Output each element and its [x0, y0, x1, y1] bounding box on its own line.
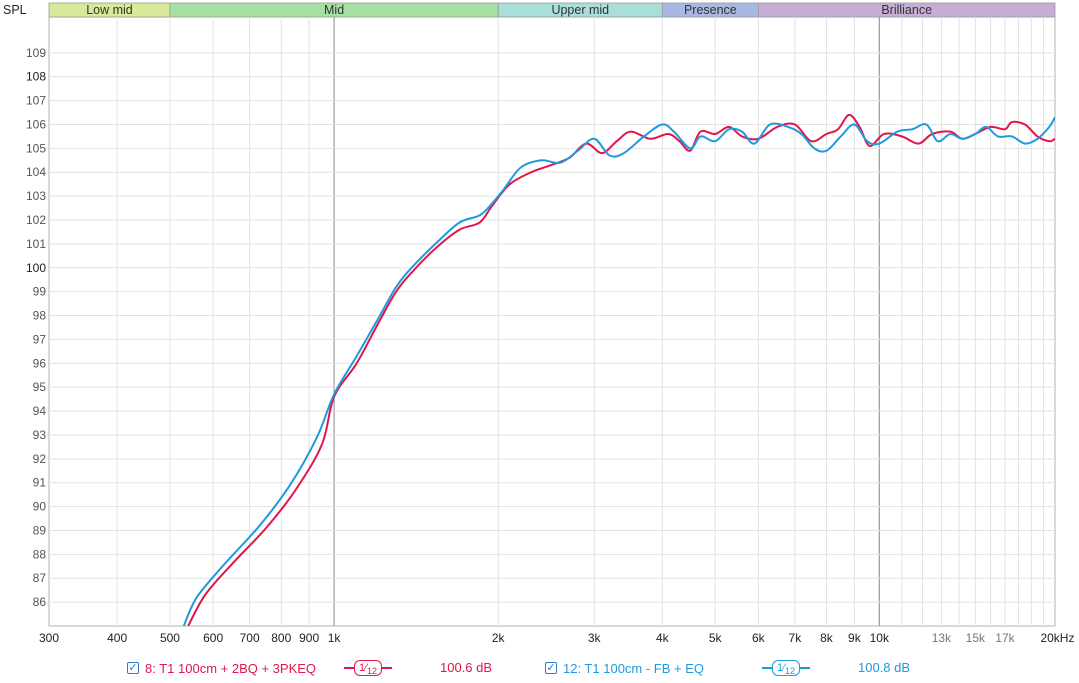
x-tick-label-10: 4k [656, 631, 670, 645]
y-tick-label-20: 106 [26, 117, 46, 131]
smoothing-line-right-1 [381, 667, 392, 669]
legend-checkbox-2[interactable]: ✓ [545, 662, 557, 674]
y-tick-label-0: 86 [33, 595, 47, 609]
y-tick-label-15: 101 [26, 237, 46, 251]
y-tick-label-4: 90 [33, 500, 47, 514]
x-tick-label-3: 600 [203, 631, 223, 645]
level-readout-2: 100.8 dB [858, 660, 911, 675]
x-tick-label-4: 700 [240, 631, 260, 645]
y-tick-label-5: 91 [33, 476, 47, 490]
x-tick-label-14: 8k [820, 631, 834, 645]
band-label-2: Upper mid [551, 3, 609, 17]
x-tick-label-13: 7k [789, 631, 803, 645]
frequency-response-chart: Low mid Mid Upper mid Presence Brilliance 86 8… [3, 2, 1074, 645]
smoothing-box-2[interactable]: 1 ⁄ 12 [772, 660, 800, 676]
x-tick-label-6: 900 [299, 631, 319, 645]
plot-area [48, 16, 1056, 627]
y-tick-label-9: 95 [33, 380, 47, 394]
y-tick-label-16: 102 [26, 213, 46, 227]
x-tick-label-11: 5k [709, 631, 723, 645]
y-tick-label-6: 92 [33, 452, 47, 466]
y-tick-label-11: 97 [33, 332, 47, 346]
smoothing-box-1[interactable]: 1 ⁄ 12 [354, 660, 382, 676]
x-tick-label-8: 2k [492, 631, 506, 645]
x-tick-label-2: 500 [160, 631, 180, 645]
x-tick-label-18: 15k [966, 631, 986, 645]
x-tick-label-1: 400 [107, 631, 127, 645]
legend-label-1: 8: T1 100cm + 2BQ + 3PKEQ [145, 660, 317, 676]
smoothing-den-2: 12 [784, 666, 795, 676]
legend-item-1[interactable]: ✓ 8: T1 100cm + 2BQ + 3PKEQ [127, 656, 316, 680]
x-tick-label-17: 13k [932, 631, 952, 645]
band-label-4: Brilliance [881, 3, 932, 17]
x-tick-label-19: 17k [995, 631, 1015, 645]
x-tick-label-16: 10k [870, 631, 890, 645]
level-readout-1: 100.6 dB [440, 660, 493, 675]
y-tick-label-14: 100 [26, 261, 46, 275]
smoothing-line-left-2 [762, 667, 772, 669]
y-tick-label-8: 94 [33, 404, 47, 418]
y-tick-label-13: 99 [33, 285, 47, 299]
y-tick-label-17: 103 [26, 189, 46, 203]
band-label-3: Presence [684, 3, 737, 17]
x-tick-label-20: 20kHz [1040, 631, 1074, 645]
y-axis-label: SPL [3, 3, 27, 17]
band-label-0: Low mid [86, 3, 133, 17]
legend-checkbox-1[interactable]: ✓ [127, 662, 139, 674]
legend-label-2: 12: T1 100cm - FB + EQ [563, 660, 705, 676]
y-tick-label-19: 105 [26, 141, 46, 155]
x-tick-label-0: 300 [39, 631, 59, 645]
y-tick-label-21: 107 [26, 94, 46, 108]
y-tick-label-10: 96 [33, 356, 47, 370]
smoothing-line-right-2 [799, 667, 810, 669]
y-tick-label-1: 87 [33, 571, 47, 585]
y-tick-label-7: 93 [33, 428, 47, 442]
smoothing-control-2[interactable]: 1 ⁄ 12 [762, 657, 810, 679]
x-tick-label-15: 9k [848, 631, 862, 645]
y-tick-label-3: 89 [33, 523, 47, 537]
legend-item-2[interactable]: ✓ 12: T1 100cm - FB + EQ [545, 656, 704, 680]
x-tick-label-7: 1k [328, 631, 342, 645]
y-tick-label-18: 104 [26, 165, 46, 179]
smoothing-den-1: 12 [366, 666, 377, 676]
y-tick-label-23: 109 [26, 46, 46, 60]
x-tick-label-9: 3k [588, 631, 602, 645]
y-tick-label-2: 88 [33, 547, 47, 561]
smoothing-control-1[interactable]: 1 ⁄ 12 [344, 657, 392, 679]
x-tick-label-12: 6k [752, 631, 766, 645]
smoothing-line-left-1 [344, 667, 354, 669]
y-tick-label-12: 98 [33, 309, 47, 323]
band-label-1: Mid [324, 3, 344, 17]
x-tick-label-5: 800 [271, 631, 291, 645]
y-tick-label-22: 108 [26, 70, 46, 84]
